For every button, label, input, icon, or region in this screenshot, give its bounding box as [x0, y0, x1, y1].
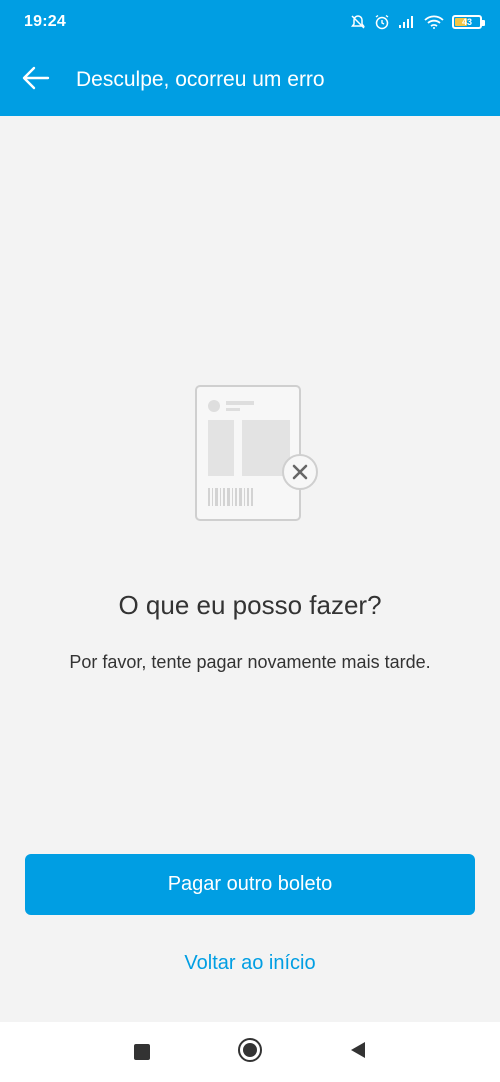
error-message: Por favor, tente pagar novamente mais ta… [69, 652, 431, 672]
square-icon [134, 1044, 150, 1060]
signal-icon [398, 15, 416, 29]
page-title: Desculpe, ocorreu um erro [76, 68, 325, 91]
status-bar: 19:24 43 [0, 0, 500, 44]
boleto-error-icon [194, 384, 322, 524]
app-bar: Desculpe, ocorreu um erro [0, 44, 500, 116]
error-heading: O que eu posso fazer? [118, 590, 382, 620]
notifications-off-icon [350, 14, 366, 30]
back-to-start-link[interactable]: Voltar ao início [0, 952, 500, 975]
alarm-icon [374, 14, 390, 30]
main-content: O que eu posso fazer? Por favor, tente p… [0, 116, 500, 1022]
battery-icon: 43 [452, 15, 485, 29]
back-button[interactable] [10, 54, 62, 106]
arrow-left-icon [22, 66, 50, 95]
circle-icon [237, 1037, 263, 1068]
status-icons: 43 [350, 14, 485, 30]
system-nav-bar [0, 1022, 500, 1082]
wifi-icon [424, 15, 444, 29]
recents-button[interactable] [127, 1037, 157, 1067]
triangle-left-icon [349, 1040, 367, 1065]
status-time: 19:24 [24, 13, 66, 30]
nav-back-button[interactable] [343, 1037, 373, 1067]
pay-another-boleto-button[interactable]: Pagar outro boleto [25, 854, 475, 915]
home-button[interactable] [235, 1037, 265, 1067]
battery-level: 43 [461, 17, 472, 27]
